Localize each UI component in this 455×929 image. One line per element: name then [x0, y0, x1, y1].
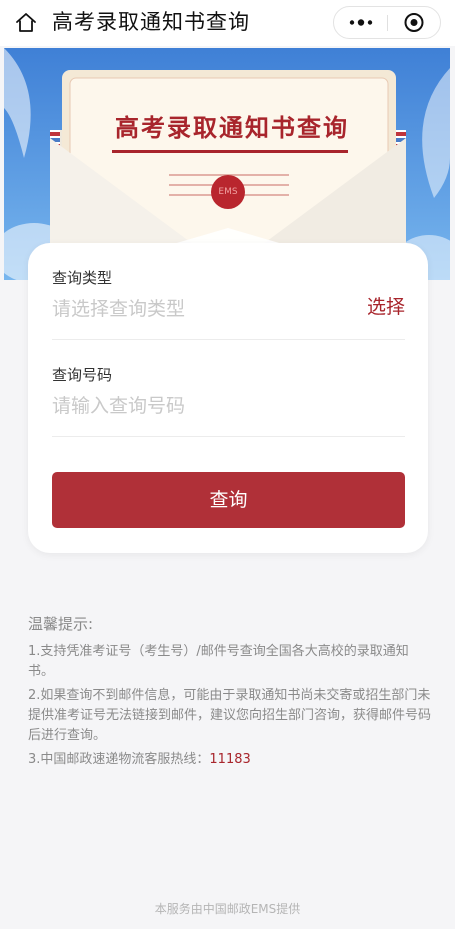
- query-number-field[interactable]: 查询号码 请输入查询号码: [52, 364, 405, 419]
- letter-title: 高考录取通知书查询: [115, 113, 349, 142]
- miniprogram-capsule: [333, 6, 441, 39]
- select-type-button[interactable]: 选择: [367, 294, 405, 320]
- navigation-bar: 高考录取通知书查询: [0, 0, 455, 46]
- query-form-card: 查询类型 请选择查询类型 选择 查询号码 请输入查询号码 查询: [28, 243, 428, 553]
- tips-title: 温馨提示:: [28, 615, 94, 633]
- tip-text: 3.中国邮政速递物流客服热线：: [28, 752, 210, 767]
- more-menu-button[interactable]: [334, 7, 387, 38]
- tips-section: 温馨提示: 1.支持凭准考证号（考生号）/邮件号查询全国各大高校的录取通知书。 …: [28, 614, 431, 774]
- page-title: 高考录取通知书查询: [52, 10, 250, 34]
- query-number-label: 查询号码: [52, 366, 113, 384]
- close-miniprogram-button[interactable]: [388, 7, 440, 38]
- query-button[interactable]: 查询: [52, 472, 405, 528]
- hotline-number[interactable]: 11183: [209, 752, 250, 767]
- more-dots-icon: [349, 19, 373, 26]
- tip-item: 2.如果查询不到邮件信息，可能由于录取通知书尚未交寄或招生部门未提供准考证号无法…: [28, 688, 432, 743]
- miniprogram-close-icon: [404, 13, 424, 32]
- tip-item: 3.中国邮政速递物流客服热线：11183: [28, 750, 431, 770]
- query-type-label: 查询类型: [52, 269, 113, 287]
- field-divider: [52, 436, 405, 437]
- ems-seal: EMS: [211, 175, 245, 209]
- footer-text: 本服务由中国邮政EMS提供: [154, 902, 301, 916]
- field-divider: [52, 339, 405, 340]
- query-type-field[interactable]: 查询类型 请选择查询类型 选择: [52, 267, 405, 322]
- home-icon[interactable]: [14, 11, 38, 35]
- query-type-placeholder[interactable]: 请选择查询类型: [52, 296, 405, 322]
- tip-item: 1.支持凭准考证号（考生号）/邮件号查询全国各大高校的录取通知书。: [28, 644, 409, 679]
- query-number-input[interactable]: 请输入查询号码: [52, 393, 405, 419]
